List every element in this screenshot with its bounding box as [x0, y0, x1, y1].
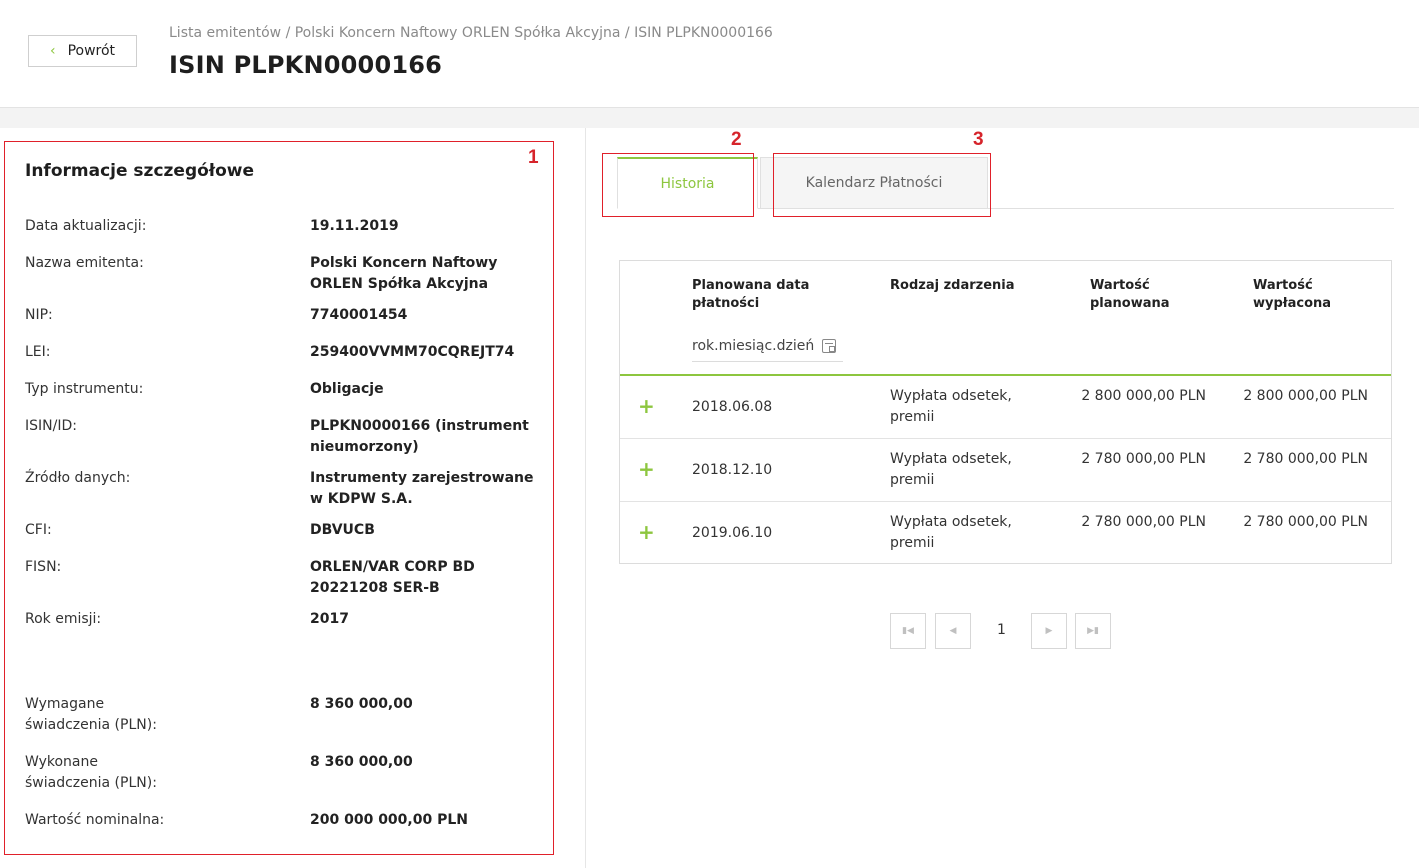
annotation-box-calendar-tab — [773, 153, 991, 217]
cell-paid-value: 2 800 000,00 PLN — [1243, 388, 1368, 404]
next-page-button[interactable]: ▶ — [1031, 613, 1067, 649]
cell-planned-value: 2 780 000,00 PLN — [1081, 451, 1206, 467]
back-button[interactable]: ‹ Powrót — [28, 35, 137, 67]
annotation-number-1: 1 — [528, 147, 539, 168]
first-page-button[interactable]: ▮◀ — [890, 613, 926, 649]
previous-page-icon: ◀ — [949, 626, 957, 636]
table-row: + 2018.12.10 Wypłata odsetek, premii 2 7… — [620, 439, 1391, 502]
page-title: ISIN PLPKN0000166 — [169, 51, 443, 79]
table-row: + 2018.06.08 Wypłata odsetek, premii 2 8… — [620, 376, 1391, 439]
column-header-date[interactable]: Planowana data płatności — [692, 277, 822, 313]
next-page-icon: ▶ — [1045, 626, 1053, 636]
payments-table: Planowana data płatności Rodzaj zdarzeni… — [619, 260, 1392, 564]
cell-event-type: Wypłata odsetek, premii — [890, 388, 1012, 425]
cell-date: 2019.06.10 — [692, 525, 773, 541]
cell-planned-value: 2 780 000,00 PLN — [1081, 514, 1206, 530]
cell-paid-value: 2 780 000,00 PLN — [1243, 514, 1368, 530]
cell-date: 2018.12.10 — [692, 462, 773, 478]
breadcrumb[interactable]: Lista emitentów / Polski Koncern Naftowy… — [169, 25, 773, 41]
page-header: ‹ Powrót Lista emitentów / Polski Koncer… — [0, 0, 1419, 108]
calendar-icon[interactable] — [822, 339, 837, 353]
current-page-number[interactable]: 1 — [997, 622, 1006, 638]
annotation-number-3: 3 — [973, 129, 984, 150]
previous-page-button[interactable]: ◀ — [935, 613, 971, 649]
cell-event-type: Wypłata odsetek, premii — [890, 514, 1012, 551]
last-page-button[interactable]: ▶▮ — [1075, 613, 1111, 649]
cell-paid-value: 2 780 000,00 PLN — [1243, 451, 1368, 467]
date-filter-input[interactable]: rok.miesiąc.dzień — [692, 331, 843, 362]
annotation-number-2: 2 — [731, 129, 742, 150]
column-header-paid-value[interactable]: Wartość wypłacona — [1253, 277, 1353, 313]
date-filter-placeholder: rok.miesiąc.dzień — [692, 338, 815, 354]
last-page-icon: ▶▮ — [1087, 626, 1099, 636]
expand-row-icon[interactable]: + — [638, 520, 655, 544]
cell-event-type: Wypłata odsetek, premii — [890, 451, 1012, 488]
cell-date: 2018.06.08 — [692, 399, 773, 415]
first-page-icon: ▮◀ — [902, 626, 914, 636]
back-button-label: Powrót — [67, 43, 116, 59]
cell-planned-value: 2 800 000,00 PLN — [1081, 388, 1206, 404]
annotation-box-details — [4, 141, 554, 855]
column-header-event-type[interactable]: Rodzaj zdarzenia — [890, 277, 1040, 295]
expand-row-icon[interactable]: + — [638, 394, 655, 418]
chevron-left-icon: ‹ — [49, 43, 56, 59]
header-divider-band — [0, 108, 1419, 128]
expand-row-icon[interactable]: + — [638, 457, 655, 481]
table-row: + 2019.06.10 Wypłata odsetek, premii 2 7… — [620, 502, 1391, 565]
column-header-planned-value[interactable]: Wartość planowana — [1090, 277, 1180, 313]
annotation-box-history-tab — [602, 153, 754, 217]
